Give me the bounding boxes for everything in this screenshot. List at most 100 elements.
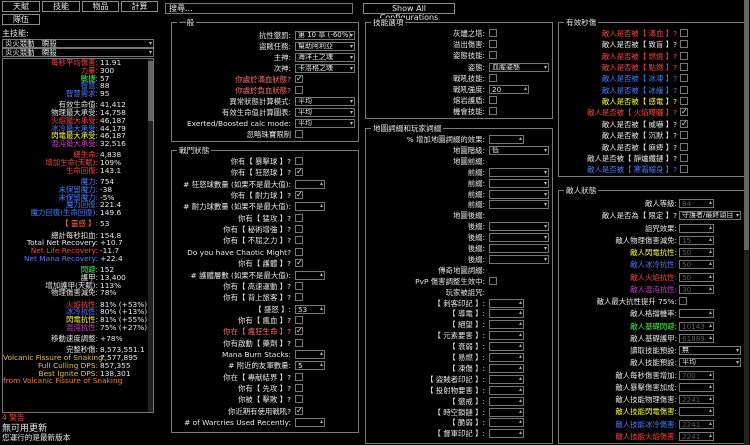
- checkbox[interactable]: [489, 40, 497, 49]
- checkbox[interactable]: [295, 247, 303, 256]
- number-input[interactable]: 20: [489, 85, 529, 94]
- checkbox-checked[interactable]: [680, 107, 688, 117]
- number-input[interactable]: 15: [679, 235, 714, 245]
- skill-part-select[interactable]: 炎火競動 瞬殺: [2, 48, 154, 57]
- dropdown[interactable]: [489, 233, 549, 243]
- checkbox-checked[interactable]: [295, 190, 303, 200]
- checkbox[interactable]: [295, 372, 303, 381]
- checkbox-checked[interactable]: [680, 119, 688, 128]
- number-input[interactable]: [489, 374, 524, 384]
- checkbox[interactable]: [295, 225, 303, 234]
- update-status[interactable]: 無可用更新 您運行的是最新版本: [2, 425, 158, 442]
- number-input[interactable]: [489, 331, 524, 341]
- checkbox[interactable]: [295, 86, 303, 94]
- dropdown[interactable]: 平均: [679, 358, 741, 368]
- dropdown[interactable]: [489, 167, 549, 177]
- dropdown[interactable]: [489, 222, 549, 232]
- number-input[interactable]: [489, 353, 524, 362]
- number-input[interactable]: 84: [679, 199, 714, 208]
- checkbox[interactable]: [679, 297, 687, 305]
- number-input[interactable]: 61889: [679, 333, 714, 343]
- checkbox[interactable]: [295, 384, 303, 392]
- number-input[interactable]: [489, 429, 524, 439]
- tab-calcs[interactable]: 計算: [121, 1, 158, 12]
- number-input[interactable]: 2241: [679, 431, 714, 441]
- number-input[interactable]: 2241: [679, 419, 714, 429]
- checkbox-checked[interactable]: [295, 258, 303, 268]
- tab-items[interactable]: 物品: [82, 1, 119, 12]
- number-input[interactable]: [489, 342, 524, 352]
- dropdown[interactable]: [489, 244, 549, 253]
- dropdown[interactable]: 卡洛格之魂: [295, 64, 355, 73]
- checkbox[interactable]: [680, 63, 688, 72]
- number-input[interactable]: [489, 320, 524, 330]
- stats-scrollbar[interactable]: [148, 59, 153, 412]
- number-input[interactable]: [679, 407, 714, 417]
- number-input[interactable]: [679, 223, 714, 233]
- number-input[interactable]: [489, 309, 524, 319]
- dropdown[interactable]: 守護者/最終頭目: [679, 211, 741, 221]
- checkbox[interactable]: [295, 281, 303, 290]
- tab-party[interactable]: 隊伍: [2, 14, 40, 25]
- checkbox-checked[interactable]: [295, 167, 303, 177]
- number-input[interactable]: 50: [679, 272, 714, 282]
- number-input[interactable]: 30: [679, 284, 714, 294]
- number-input[interactable]: [489, 298, 524, 308]
- checkbox[interactable]: [680, 131, 688, 140]
- dropdown[interactable]: 第 10 章 (-60%): [295, 31, 355, 40]
- dropdown[interactable]: [489, 189, 549, 199]
- dropdown[interactable]: [489, 178, 549, 188]
- number-input[interactable]: 50: [679, 260, 714, 270]
- warnings-label[interactable]: 4 警告: [2, 413, 24, 422]
- checkbox[interactable]: [680, 142, 688, 151]
- checkbox[interactable]: [295, 338, 303, 347]
- checkbox[interactable]: [295, 236, 303, 245]
- number-input[interactable]: [295, 270, 325, 280]
- checkbox[interactable]: [295, 130, 303, 138]
- number-input[interactable]: 10143: [679, 321, 714, 331]
- number-input[interactable]: [295, 179, 325, 189]
- number-input[interactable]: [489, 385, 524, 395]
- dropdown[interactable]: 血腥姿態: [489, 62, 549, 72]
- number-input[interactable]: 700: [679, 370, 714, 380]
- number-input[interactable]: [295, 202, 325, 212]
- number-input[interactable]: [679, 382, 714, 392]
- checkbox[interactable]: [295, 315, 303, 324]
- dropdown[interactable]: 幫助阿利亞: [295, 42, 355, 51]
- checkbox[interactable]: [680, 97, 688, 106]
- checkbox[interactable]: [295, 213, 303, 222]
- dropdown[interactable]: 平均: [295, 97, 355, 106]
- checkbox[interactable]: [489, 276, 497, 285]
- checkbox[interactable]: [680, 165, 688, 174]
- main-scrollbar[interactable]: [744, 0, 749, 445]
- checkbox[interactable]: [489, 73, 497, 82]
- number-input[interactable]: [489, 135, 524, 144]
- main-skill-select[interactable]: 炎火競動 瞬殺: [2, 39, 154, 48]
- tab-tree[interactable]: 天賦: [2, 1, 40, 12]
- dropdown[interactable]: 平均: [295, 108, 355, 117]
- checkbox[interactable]: [680, 29, 688, 37]
- checkbox[interactable]: [680, 153, 688, 162]
- checkbox[interactable]: [295, 293, 303, 302]
- tab-skills[interactable]: 技能: [42, 1, 80, 12]
- number-input[interactable]: 2241: [679, 395, 714, 404]
- checkbox[interactable]: [489, 51, 497, 60]
- dropdown[interactable]: 無: [679, 346, 741, 355]
- checkbox[interactable]: [295, 157, 303, 165]
- checkbox-checked[interactable]: [295, 74, 303, 83]
- number-input[interactable]: [295, 418, 325, 428]
- number-input[interactable]: [489, 407, 524, 417]
- dropdown[interactable]: [489, 254, 549, 264]
- checkbox[interactable]: [489, 107, 497, 116]
- checkbox[interactable]: [680, 74, 688, 83]
- show-all-configurations-button[interactable]: Show All Configurations: [363, 3, 455, 22]
- number-input[interactable]: [489, 418, 524, 428]
- checkbox[interactable]: [680, 51, 688, 60]
- number-input[interactable]: [679, 309, 714, 319]
- number-input[interactable]: [489, 396, 524, 406]
- checkbox[interactable]: [489, 96, 497, 105]
- number-input[interactable]: [295, 349, 325, 359]
- checkbox[interactable]: [295, 395, 303, 404]
- dropdown[interactable]: [489, 200, 549, 210]
- dropdown[interactable]: 海洋王之魂: [295, 53, 355, 62]
